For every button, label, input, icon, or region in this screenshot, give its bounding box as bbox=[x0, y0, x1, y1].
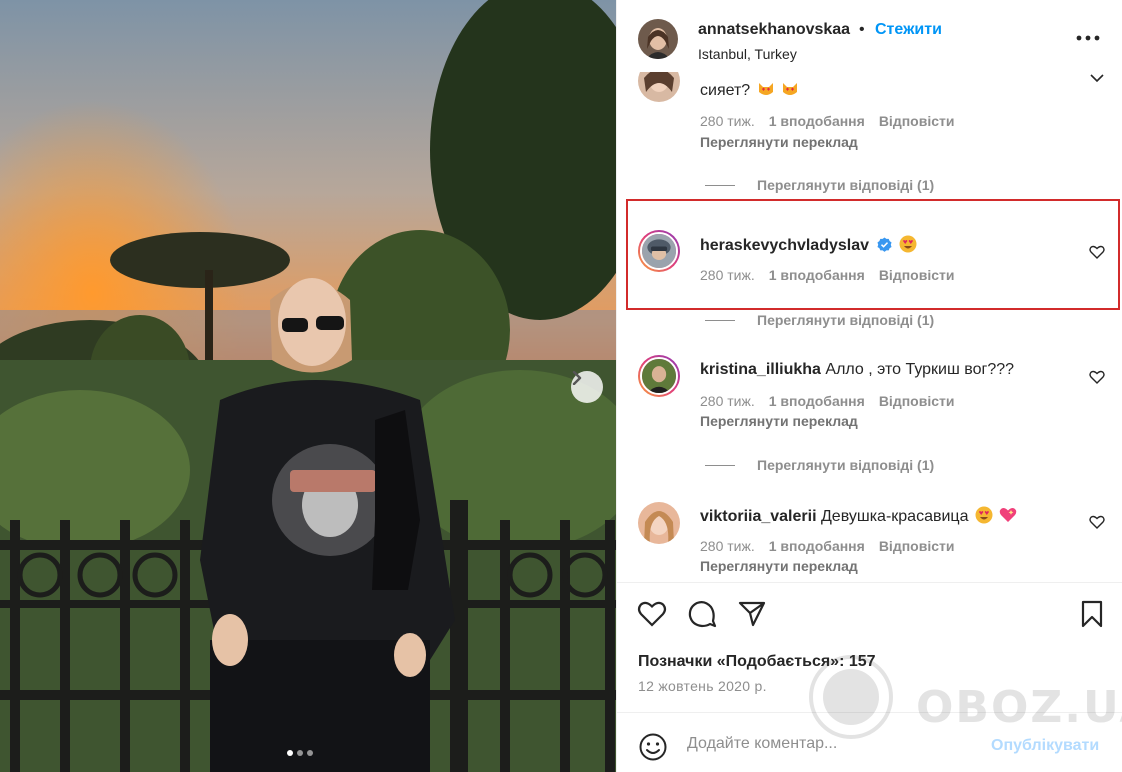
view-replies-button[interactable]: Переглянути відповіді (1) bbox=[705, 177, 934, 193]
avatar-image bbox=[638, 502, 680, 544]
carousel-next-button[interactable] bbox=[571, 371, 603, 403]
view-replies-button[interactable]: Переглянути відповіді (1) bbox=[705, 457, 934, 473]
publish-button[interactable]: Опублікувати bbox=[991, 737, 1099, 755]
reply-button[interactable]: Відповісти bbox=[879, 113, 955, 129]
see-translation-button[interactable]: Переглянути переклад bbox=[700, 413, 858, 429]
reply-button[interactable]: Відповісти bbox=[879, 393, 955, 409]
highlight-box bbox=[626, 199, 1120, 310]
post-header: annatsekhanovskaa • Стежити Istanbul, Tu… bbox=[617, 0, 1122, 72]
carousel-dot bbox=[297, 750, 303, 756]
comment-item: viktoriia_valerii Девушка-красавица 280 … bbox=[617, 500, 1122, 582]
post-photo[interactable] bbox=[0, 0, 616, 772]
save-bookmark-icon[interactable] bbox=[1077, 599, 1107, 629]
comment-likes[interactable]: 1 вподобання bbox=[769, 393, 865, 409]
see-translation-button[interactable]: Переглянути переклад bbox=[700, 558, 858, 574]
comments-list[interactable]: сияет? 280 тиж. 1 вподобання Відповісти … bbox=[617, 72, 1122, 582]
like-heart-icon[interactable] bbox=[637, 599, 667, 629]
view-replies-label: Переглянути відповіді (1) bbox=[757, 177, 935, 193]
sparkling-heart-icon bbox=[1000, 508, 1017, 522]
post-date[interactable]: 12 жовтень 2020 р. bbox=[638, 678, 767, 694]
comment-text: viktoriia_valerii Девушка-красавица bbox=[700, 506, 1017, 526]
like-comment-heart-icon[interactable] bbox=[1089, 514, 1105, 530]
carousel-dot bbox=[307, 750, 313, 756]
view-replies-label: Переглянути відповіді (1) bbox=[757, 312, 935, 328]
comment-bubble-icon[interactable] bbox=[687, 599, 717, 629]
view-replies-button[interactable]: Переглянути відповіді (1) bbox=[705, 312, 934, 328]
like-comment-heart-icon[interactable] bbox=[1089, 369, 1105, 385]
avatar-image bbox=[638, 72, 680, 102]
comment-meta: 280 тиж. 1 вподобання Відповісти bbox=[700, 538, 954, 554]
sunset-photo bbox=[0, 0, 616, 772]
share-paper-plane-icon[interactable] bbox=[737, 599, 767, 629]
avatar-story-ring[interactable] bbox=[638, 355, 680, 397]
avatar[interactable] bbox=[638, 19, 678, 59]
carousel-dot bbox=[287, 750, 293, 756]
comment-username[interactable]: viktoriia_valerii bbox=[700, 508, 817, 525]
heart-eyes-cat-icon bbox=[758, 83, 773, 95]
replies-divider bbox=[705, 319, 735, 321]
replies-divider bbox=[705, 464, 735, 466]
comment-text: сияет? bbox=[700, 80, 799, 100]
comment-meta: 280 тиж. 1 вподобання Відповісти bbox=[700, 113, 954, 129]
comment-meta: 280 тиж. 1 вподобання Відповісти bbox=[700, 393, 954, 409]
post-actions: Позначки «Подобається»: 157 12 жовтень 2… bbox=[617, 582, 1122, 712]
comment-item: сияет? 280 тиж. 1 вподобання Відповісти … bbox=[617, 72, 1122, 202]
likes-count[interactable]: Позначки «Подобається»: 157 bbox=[638, 653, 876, 671]
post-location[interactable]: Istanbul, Turkey bbox=[698, 46, 797, 62]
more-horizontal-icon[interactable] bbox=[1075, 28, 1101, 48]
view-replies-label: Переглянути відповіді (1) bbox=[757, 457, 935, 473]
comment-item: kristina_illiukha Алло , это Туркиш вог?… bbox=[617, 355, 1122, 475]
comment-time[interactable]: 280 тиж. bbox=[700, 113, 755, 129]
avatar[interactable] bbox=[638, 72, 680, 102]
avatar-image bbox=[640, 357, 678, 395]
chevron-right-icon bbox=[572, 371, 582, 385]
emoji-smiley-icon[interactable] bbox=[638, 732, 668, 762]
avatar[interactable] bbox=[638, 502, 680, 544]
post-side-panel: annatsekhanovskaa • Стежити Istanbul, Tu… bbox=[616, 0, 1122, 772]
post-author-username[interactable]: annatsekhanovskaa bbox=[698, 21, 850, 39]
comment-input[interactable] bbox=[687, 735, 857, 753]
comment-likes[interactable]: 1 вподобання bbox=[769, 113, 865, 129]
heart-eyes-icon bbox=[975, 506, 993, 524]
reply-button[interactable]: Відповісти bbox=[879, 538, 955, 554]
separator-dot: • bbox=[859, 21, 865, 38]
avatar-image bbox=[638, 19, 678, 59]
replies-divider bbox=[705, 184, 735, 186]
comment-time[interactable]: 280 тиж. bbox=[700, 393, 755, 409]
chevron-down-icon[interactable] bbox=[1089, 72, 1105, 86]
comment-text: kristina_illiukha Алло , это Туркиш вог?… bbox=[700, 361, 1015, 378]
comment-composer: Опублікувати bbox=[617, 712, 1122, 772]
comment-likes[interactable]: 1 вподобання bbox=[769, 538, 865, 554]
see-translation-button[interactable]: Переглянути переклад bbox=[700, 134, 858, 150]
heart-eyes-cat-icon bbox=[783, 83, 798, 95]
follow-button[interactable]: Стежити bbox=[875, 21, 942, 39]
comment-username[interactable]: kristina_illiukha bbox=[700, 361, 821, 378]
comment-time[interactable]: 280 тиж. bbox=[700, 538, 755, 554]
carousel-dots bbox=[287, 750, 313, 756]
